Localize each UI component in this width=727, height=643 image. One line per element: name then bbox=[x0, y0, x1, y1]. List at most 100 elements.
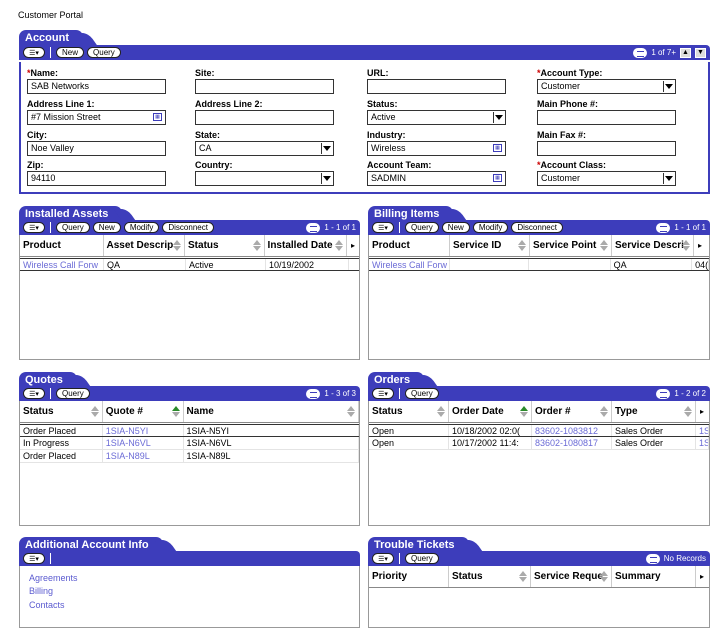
calendar-icon[interactable]: ▦ bbox=[153, 113, 162, 121]
modify-button[interactable]: Modify bbox=[472, 222, 509, 233]
column-header[interactable]: Name bbox=[184, 401, 359, 422]
new-button[interactable]: New bbox=[441, 222, 470, 233]
previous-record-icon[interactable]: ▲ bbox=[680, 47, 691, 58]
sort-icon[interactable] bbox=[684, 406, 693, 418]
table-row[interactable]: In Progress 1SIA-N6VL 1SIA-N6VL bbox=[20, 437, 359, 450]
quote-link[interactable]: 1SIA-N6VL bbox=[103, 437, 184, 449]
menu-button[interactable]: ☰▾ bbox=[23, 222, 45, 233]
next-record-icon[interactable]: ▼ bbox=[695, 47, 706, 58]
query-button[interactable]: Query bbox=[405, 388, 439, 399]
sort-icon[interactable] bbox=[600, 571, 609, 583]
menu-button[interactable]: ☰▾ bbox=[23, 553, 45, 564]
column-header[interactable]: Service Reque bbox=[531, 566, 612, 587]
country-select[interactable] bbox=[195, 171, 334, 186]
query-button[interactable]: Query bbox=[87, 47, 121, 58]
state-select[interactable]: CA bbox=[195, 141, 334, 156]
more-columns-icon[interactable]: ▸ bbox=[347, 235, 359, 256]
modify-button[interactable]: Modify bbox=[123, 222, 160, 233]
product-link[interactable]: Wireless Call Forw bbox=[20, 259, 104, 270]
record-count-icon[interactable] bbox=[306, 222, 321, 233]
record-count-icon[interactable] bbox=[645, 553, 660, 564]
account-class-select[interactable]: Customer bbox=[537, 171, 676, 186]
chevron-down-icon[interactable] bbox=[321, 143, 332, 154]
menu-button[interactable]: ☰▾ bbox=[372, 222, 394, 233]
table-row[interactable]: Open 10/17/2002 11:4: 83602-1080817 Sale… bbox=[369, 437, 709, 450]
sort-icon[interactable] bbox=[682, 240, 691, 252]
tab-account[interactable]: Account bbox=[19, 30, 83, 46]
account-type-select[interactable]: Customer bbox=[537, 79, 676, 94]
record-count-icon[interactable] bbox=[656, 222, 671, 233]
column-header[interactable]: Asset Descrip bbox=[104, 235, 186, 256]
disconnect-button[interactable]: Disconnect bbox=[511, 222, 563, 233]
column-header[interactable]: Product bbox=[369, 235, 450, 256]
query-button[interactable]: Query bbox=[56, 222, 90, 233]
menu-button[interactable]: ☰▾ bbox=[372, 553, 394, 564]
url-field[interactable] bbox=[367, 79, 506, 94]
record-count-icon[interactable] bbox=[656, 388, 671, 399]
order-link[interactable]: 83602-1083812 bbox=[532, 425, 612, 436]
column-header[interactable]: Type bbox=[612, 401, 696, 422]
chevron-down-icon[interactable] bbox=[493, 112, 504, 123]
more-columns-icon[interactable]: ▸ bbox=[694, 235, 706, 256]
table-cell[interactable]: 1S. bbox=[696, 437, 709, 449]
record-count-icon[interactable] bbox=[306, 388, 321, 399]
industry-field[interactable]: Wireless ▦ bbox=[367, 141, 506, 156]
new-button[interactable]: New bbox=[92, 222, 121, 233]
column-header[interactable]: Order Date bbox=[449, 401, 532, 422]
address1-field[interactable]: #7 Mission Street ▦ bbox=[27, 110, 166, 125]
menu-button[interactable]: ☰▾ bbox=[372, 388, 394, 399]
sort-icon[interactable] bbox=[90, 406, 100, 418]
table-cell[interactable]: 1S. bbox=[696, 425, 709, 436]
main-phone-field[interactable] bbox=[537, 110, 676, 125]
billing-link[interactable]: Billing bbox=[29, 586, 53, 596]
column-header[interactable]: Status bbox=[369, 401, 449, 422]
account-team-field[interactable]: SADMIN ▦ bbox=[367, 171, 506, 186]
menu-button[interactable]: ☰▾ bbox=[23, 388, 45, 399]
column-header[interactable]: Service Descri bbox=[612, 235, 694, 256]
column-header[interactable]: Service ID bbox=[450, 235, 530, 256]
column-header[interactable]: Status bbox=[449, 566, 531, 587]
column-header[interactable]: Order # bbox=[532, 401, 612, 422]
sort-icon[interactable] bbox=[518, 240, 527, 252]
sort-ascending-icon[interactable] bbox=[171, 406, 181, 418]
agreements-link[interactable]: Agreements bbox=[29, 573, 78, 583]
sort-icon[interactable] bbox=[600, 240, 609, 252]
more-columns-icon[interactable]: ▸ bbox=[696, 566, 708, 587]
address2-field[interactable] bbox=[195, 110, 334, 125]
chevron-down-icon[interactable] bbox=[663, 173, 674, 184]
sort-icon[interactable] bbox=[173, 240, 182, 252]
product-link[interactable]: Wireless Call Forw bbox=[369, 259, 450, 270]
sort-icon[interactable] bbox=[519, 571, 528, 583]
column-header[interactable]: Status bbox=[185, 235, 265, 256]
main-fax-field[interactable] bbox=[537, 141, 676, 156]
column-header[interactable]: Installed Date bbox=[265, 235, 348, 256]
new-button[interactable]: New bbox=[56, 47, 85, 58]
sort-icon[interactable] bbox=[335, 240, 344, 252]
column-header[interactable]: Service Point bbox=[530, 235, 612, 256]
quote-link[interactable]: 1SIA-N5YI bbox=[103, 425, 184, 436]
column-header[interactable]: Status bbox=[20, 401, 103, 422]
column-header[interactable]: Product bbox=[20, 235, 104, 256]
disconnect-button[interactable]: Disconnect bbox=[162, 222, 214, 233]
column-header[interactable]: Summary bbox=[612, 566, 696, 587]
order-link[interactable]: 83602-1080817 bbox=[532, 437, 612, 449]
picker-icon[interactable]: ▦ bbox=[493, 174, 502, 182]
sort-icon[interactable] bbox=[437, 406, 446, 418]
sort-descending-icon[interactable] bbox=[520, 406, 529, 418]
name-field[interactable]: SAB Networks bbox=[27, 79, 166, 94]
table-row[interactable]: Wireless Call Forw QA 04( bbox=[369, 258, 709, 271]
chevron-down-icon[interactable] bbox=[663, 81, 674, 92]
table-row[interactable]: Wireless Call Forw QA Active 10/19/2002 bbox=[20, 258, 359, 271]
table-row[interactable]: Order Placed 1SIA-N5YI 1SIA-N5YI bbox=[20, 424, 359, 437]
picker-icon[interactable]: ▦ bbox=[493, 144, 502, 152]
query-button[interactable]: Query bbox=[56, 388, 90, 399]
query-button[interactable]: Query bbox=[405, 222, 439, 233]
city-field[interactable]: Noe Valley bbox=[27, 141, 166, 156]
sort-icon[interactable] bbox=[252, 240, 262, 252]
column-header[interactable]: Priority bbox=[369, 566, 449, 587]
site-field[interactable] bbox=[195, 79, 334, 94]
sort-icon[interactable] bbox=[600, 406, 609, 418]
table-row[interactable]: Order Placed 1SIA-N89L 1SIA-N89L bbox=[20, 450, 359, 463]
table-row[interactable]: Open 10/18/2002 02:0( 83602-1083812 Sale… bbox=[369, 424, 709, 437]
more-columns-icon[interactable]: ▸ bbox=[696, 401, 708, 422]
